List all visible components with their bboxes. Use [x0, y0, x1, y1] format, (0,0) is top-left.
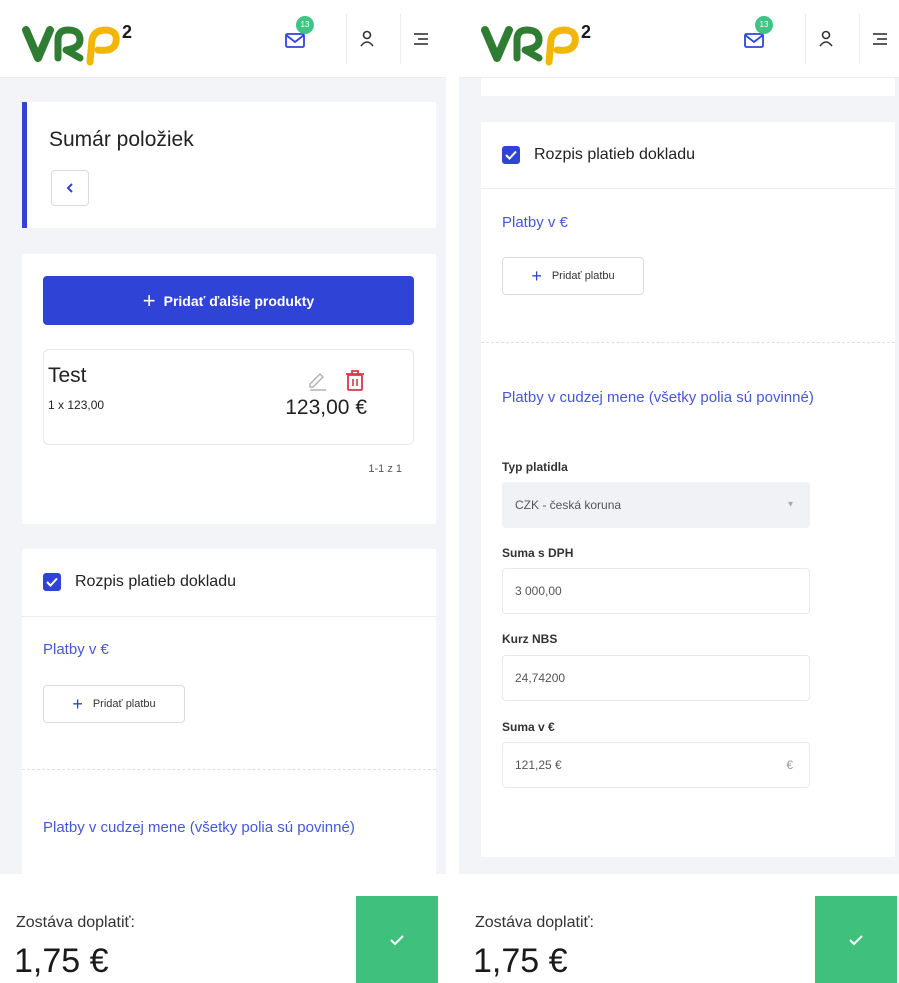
plus-icon: +	[72, 694, 83, 714]
summary-card: Sumár položiek	[22, 102, 436, 228]
dashed-divider	[481, 342, 895, 343]
nbs-rate-label: Kurz NBS	[502, 632, 558, 646]
page-title: Sumár položiek	[49, 128, 194, 151]
remaining-amount: 1,75 €	[473, 942, 568, 980]
sum-vat-label: Suma s DPH	[502, 546, 574, 560]
user-icon	[818, 30, 833, 47]
sum-eur-input[interactable]: 121,25 € €	[502, 742, 810, 788]
checkbox-label: Rozpis platieb dokladu	[534, 146, 695, 163]
add-products-label: Pridať ďalšie produkty	[163, 292, 315, 309]
bottom-bar: Zostáva doplatiť: 1,75 €	[459, 874, 899, 983]
plus-icon: +	[531, 266, 542, 286]
menu-button[interactable]	[400, 14, 440, 64]
previous-card-edge	[481, 78, 895, 96]
payment-breakdown-toggle[interactable]: Rozpis platieb dokladu	[43, 573, 236, 591]
payments-card: Rozpis platieb dokladu Platby v € + Prid…	[22, 549, 436, 879]
dashed-divider	[22, 769, 436, 770]
product-total: 123,00 €	[285, 396, 367, 419]
foreign-payments-heading: Platby v cudzej mene (všetky polia sú po…	[502, 389, 814, 406]
currency-type-value: CZK - česká koruna	[515, 498, 622, 512]
plus-icon: +	[142, 287, 156, 313]
add-payment-label: Pridať platbu	[551, 270, 615, 282]
check-icon	[46, 577, 58, 587]
remaining-label: Zostáva doplatiť:	[16, 914, 135, 931]
back-button[interactable]	[51, 170, 89, 206]
check-icon	[849, 934, 863, 945]
add-products-button[interactable]: + Pridať ďalšie produkty	[43, 276, 414, 325]
currency-type-select[interactable]: CZK - česká koruna ▾	[502, 482, 810, 528]
product-name: Test	[48, 364, 87, 387]
remaining-amount: 1,75 €	[14, 942, 109, 980]
nbs-rate-input[interactable]: 24,74200	[502, 655, 810, 701]
mail-badge: 13	[296, 16, 314, 34]
sum-eur-label: Suma v €	[502, 720, 555, 734]
logo[interactable]: 2	[481, 18, 601, 68]
chevron-left-icon	[66, 183, 73, 193]
app-header: 2 13	[459, 0, 899, 78]
svg-text:2: 2	[581, 22, 591, 42]
currency-type-label: Typ platidla	[502, 460, 568, 474]
user-icon	[359, 30, 374, 47]
payments-card: Rozpis platieb dokladu Platby v € + Prid…	[481, 122, 895, 857]
divider	[22, 616, 436, 617]
edit-icon[interactable]	[306, 370, 328, 392]
sum-eur-value: 121,25 €	[515, 758, 562, 772]
bottom-bar: Zostáva doplatiť: 1,75 €	[0, 874, 446, 983]
menu-button[interactable]	[859, 14, 899, 64]
confirm-button[interactable]	[815, 896, 897, 983]
checkbox[interactable]	[502, 146, 520, 164]
mail-badge: 13	[755, 16, 773, 34]
checkbox[interactable]	[43, 573, 61, 591]
mail-button[interactable]: 13	[276, 16, 316, 60]
foreign-payments-heading: Platby v cudzej mene (všetky polia sú po…	[43, 819, 355, 836]
check-icon	[390, 934, 404, 945]
svg-text:2: 2	[122, 22, 132, 42]
divider	[481, 188, 895, 189]
user-button[interactable]	[805, 14, 845, 64]
screen-right: 2 13 Rozpis platieb dokladu Platby v € +…	[459, 0, 899, 983]
screen-divider	[446, 0, 459, 983]
eur-payments-heading: Platby v €	[43, 641, 109, 658]
user-button[interactable]	[346, 14, 386, 64]
eur-payments-heading: Platby v €	[502, 214, 568, 231]
pagination-info: 1-1 z 1	[368, 463, 402, 475]
trash-icon[interactable]	[344, 368, 366, 392]
nbs-rate-value: 24,74200	[515, 671, 566, 685]
payment-breakdown-toggle[interactable]: Rozpis platieb dokladu	[502, 146, 695, 164]
checkbox-label: Rozpis platieb dokladu	[75, 573, 236, 590]
add-payment-label: Pridať platbu	[92, 698, 156, 710]
mail-button[interactable]: 13	[735, 16, 775, 60]
product-item: Test 1 x 123,00 123,00 €	[43, 349, 414, 445]
sum-vat-input[interactable]: 3 000,00	[502, 568, 810, 614]
add-payment-button[interactable]: + Pridať platbu	[502, 257, 644, 295]
products-card: + Pridať ďalšie produkty Test 1 x 123,00…	[22, 254, 436, 524]
check-icon	[505, 150, 517, 160]
menu-icon	[413, 33, 428, 45]
logo[interactable]: 2	[22, 18, 142, 68]
chevron-down-icon: ▾	[787, 499, 793, 510]
euro-suffix: €	[786, 758, 793, 772]
menu-icon	[872, 33, 887, 45]
add-payment-button[interactable]: + Pridať platbu	[43, 685, 185, 723]
remaining-label: Zostáva doplatiť:	[475, 914, 594, 931]
screen-left: 2 13 Sumár položiek + Pridať ďalšie prod…	[0, 0, 446, 983]
app-header: 2 13	[0, 0, 446, 78]
product-qty-price: 1 x 123,00	[48, 398, 105, 412]
confirm-button[interactable]	[356, 896, 438, 983]
sum-vat-value: 3 000,00	[515, 584, 562, 598]
